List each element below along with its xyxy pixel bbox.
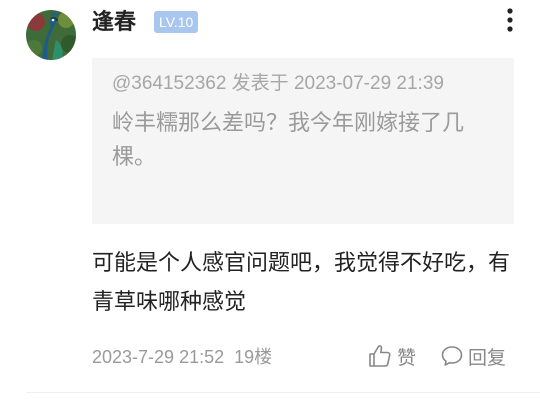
- floor-number: 19楼: [234, 347, 273, 367]
- level-badge: LV.10: [154, 11, 199, 33]
- like-label: 赞: [397, 346, 417, 369]
- quoted-post[interactable]: @364152362 发表于 2023-07-29 21:39 岭丰糯那么差吗？…: [92, 58, 514, 224]
- post-timestamp: 2023-7-29 21:52: [92, 347, 225, 367]
- peacock-avatar-image: [26, 10, 76, 60]
- comment-bubble-icon: [441, 346, 463, 366]
- quote-text: 岭丰糯那么差吗？我今年刚嫁接了几棵。: [112, 111, 465, 170]
- reply-content: 可能是个人感官问题吧，我觉得不好吃，有青草味哪种感觉: [92, 251, 511, 315]
- reply-button[interactable]: 回复: [440, 340, 506, 372]
- quote-meta: @364152362 发表于 2023-07-29 21:39: [112, 73, 444, 94]
- thumbs-up-icon: [369, 345, 391, 367]
- more-vertical-icon[interactable]: [496, 5, 520, 35]
- post-meta: 2023-7-29 21:52 19楼: [92, 342, 272, 372]
- avatar[interactable]: [26, 10, 76, 60]
- reply-label: 回复: [468, 346, 507, 369]
- divider: [26, 392, 540, 393]
- username[interactable]: 逢春: [92, 6, 136, 40]
- like-button[interactable]: 赞: [367, 340, 416, 372]
